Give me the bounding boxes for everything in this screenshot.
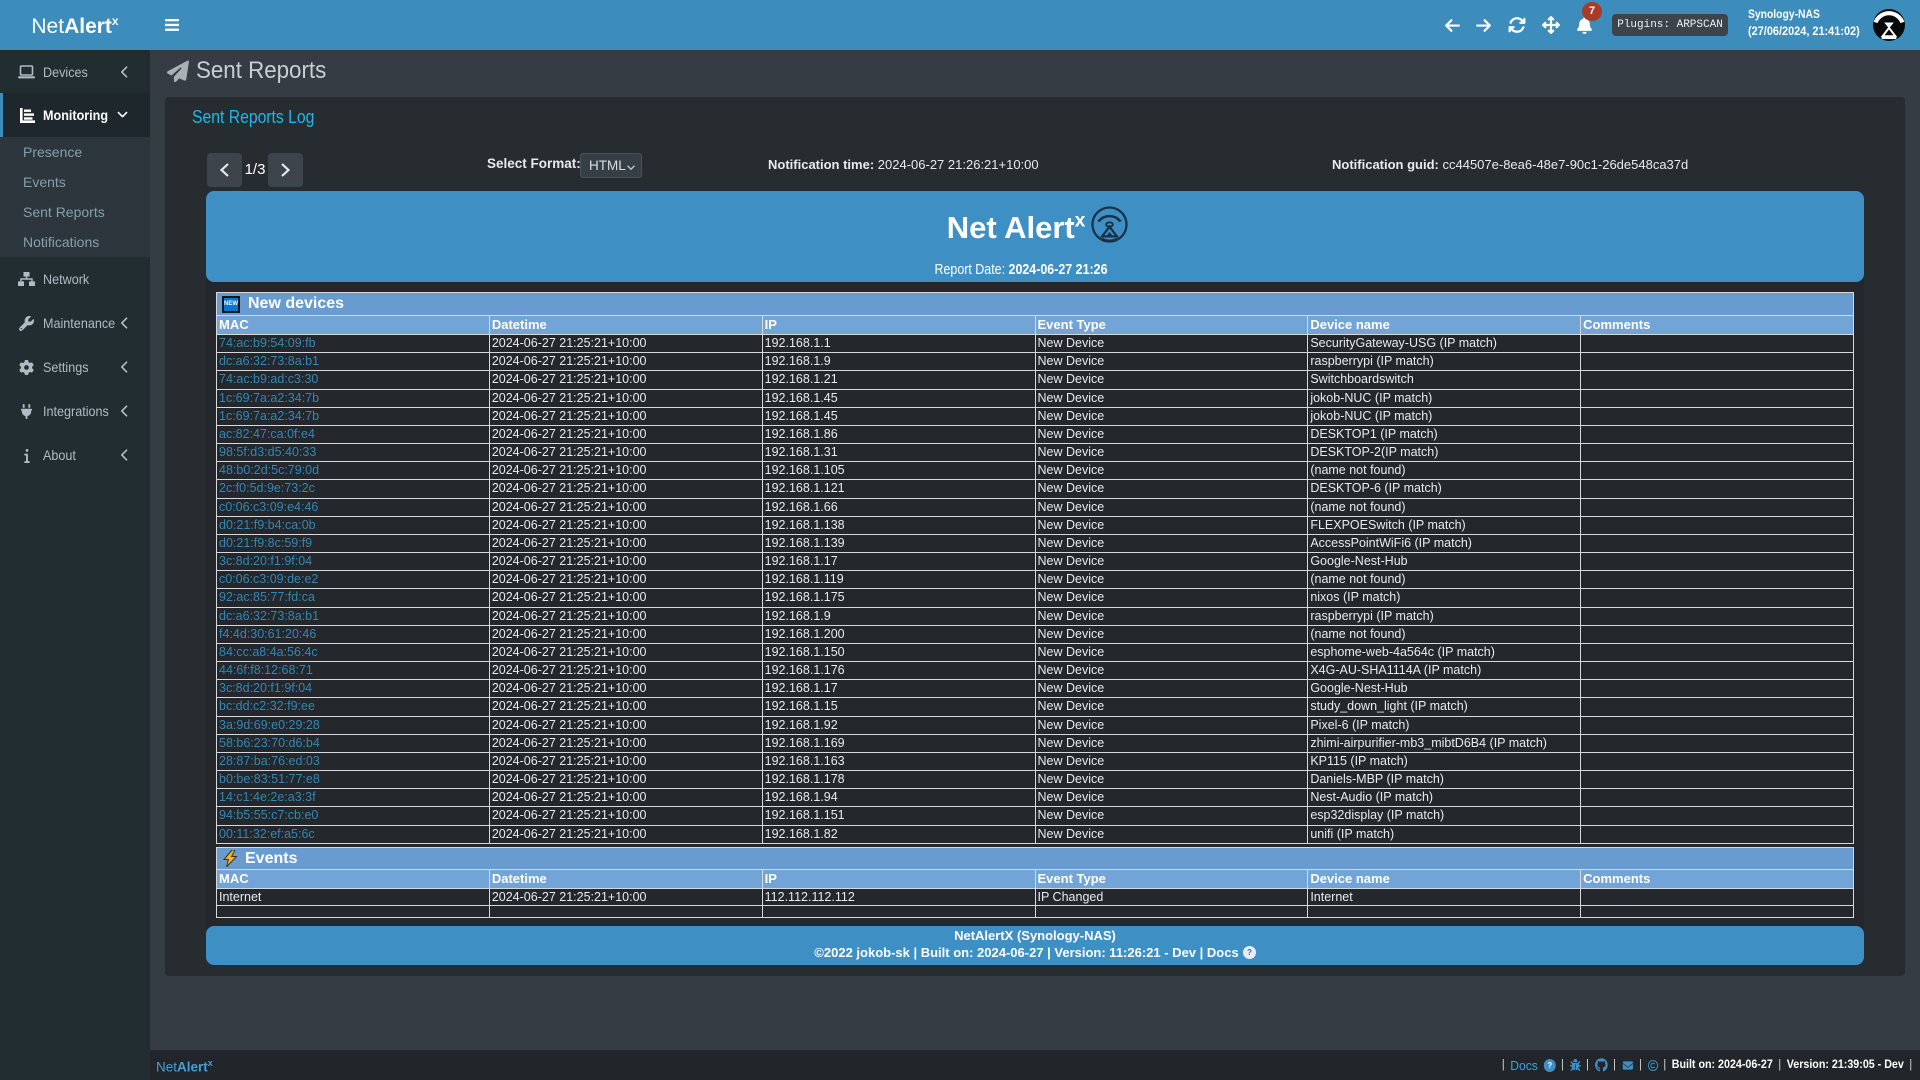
svg-text:?: ? <box>1247 948 1252 957</box>
svg-text:?: ? <box>1547 1060 1552 1069</box>
